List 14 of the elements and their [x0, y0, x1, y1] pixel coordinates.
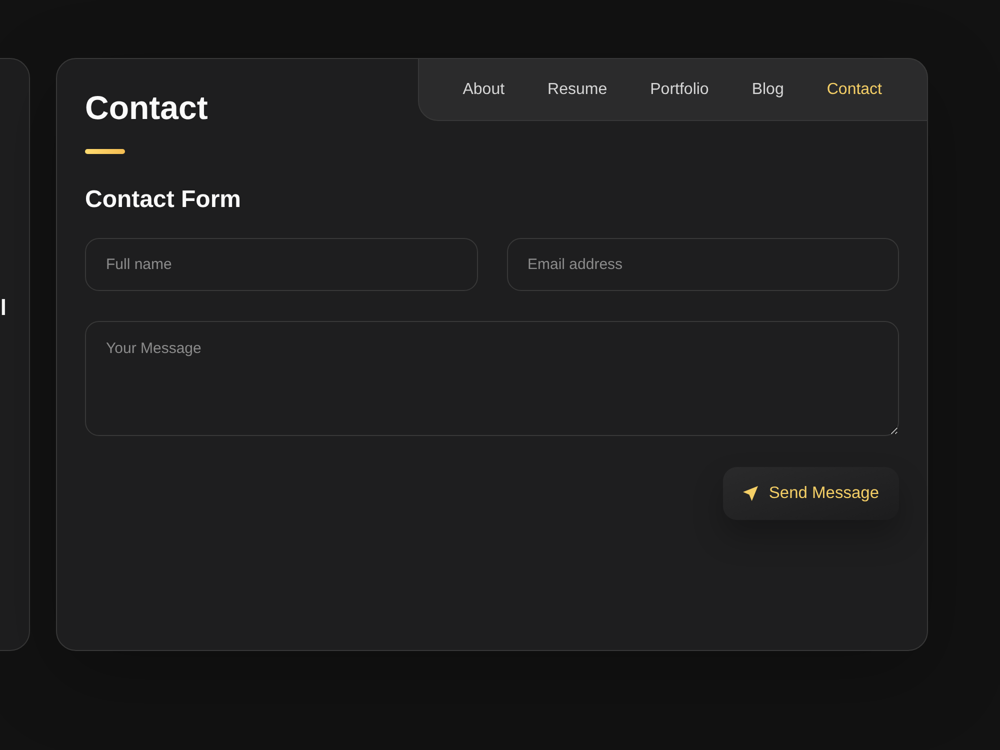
text-field[interactable]: Full name — [85, 238, 478, 291]
form-title: Contact Form — [85, 185, 241, 215]
nav-link[interactable]: Portfolio — [650, 80, 709, 100]
send-button[interactable]: Send Message — [722, 467, 899, 520]
nav-link[interactable]: Blog — [752, 80, 784, 100]
paper-plane-icon — [742, 486, 758, 501]
message-field[interactable]: Your Message — [85, 321, 899, 436]
title-underline — [85, 149, 125, 154]
nav-link[interactable]: About — [462, 80, 505, 100]
page-title: Contact — [85, 88, 208, 128]
nav-link[interactable]: Contact — [826, 80, 882, 100]
text-field[interactable]: Email address — [506, 238, 899, 291]
sidebar-text: l — [0, 295, 6, 321]
nav-link[interactable]: Resume — [548, 80, 608, 100]
